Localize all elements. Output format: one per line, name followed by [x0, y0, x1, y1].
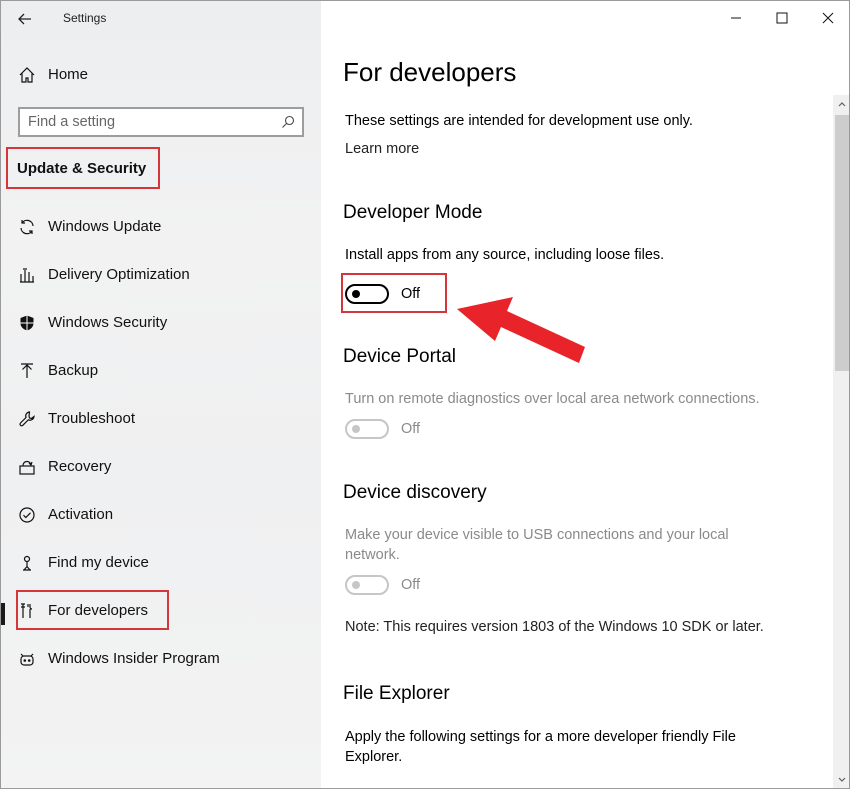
sidebar-item-label: Windows Update [48, 218, 162, 235]
back-arrow-icon [18, 13, 31, 25]
device-discovery-toggle-row: Off [345, 573, 420, 597]
backup-icon [17, 361, 37, 381]
device-discovery-description-line1: Make your device visible to USB connecti… [345, 527, 729, 543]
search-icon[interactable] [280, 114, 296, 130]
file-explorer-description-line2: Explorer. [345, 749, 403, 765]
maximize-icon [776, 12, 788, 24]
search-box[interactable] [18, 107, 304, 137]
search-input[interactable] [28, 113, 268, 131]
section-heading: Update & Security [17, 159, 147, 177]
sidebar-item-label: For developers [48, 602, 149, 619]
device-discovery-heading: Device discovery [343, 482, 487, 503]
device-portal-toggle-state: Off [401, 421, 421, 437]
shield-icon [17, 313, 37, 333]
device-portal-toggle-row: Off [345, 417, 420, 441]
sidebar-item-label: Activation [48, 506, 114, 523]
scrollbar-thumb[interactable] [835, 115, 849, 371]
sidebar-item-label: Backup [48, 362, 99, 379]
sidebar-item-label: Windows Insider Program [48, 650, 220, 667]
intro-text: These settings are intended for developm… [345, 113, 693, 129]
recovery-icon [17, 457, 37, 477]
file-explorer-heading: File Explorer [343, 683, 450, 704]
minimize-button[interactable] [713, 1, 759, 35]
sidebar-item-find-my-device[interactable]: Find my device [1, 547, 321, 595]
sidebar-item-windows-security[interactable]: Windows Security [1, 307, 321, 355]
red-arrow-annotation [457, 297, 585, 363]
sidebar-item-label: Recovery [48, 458, 112, 475]
device-portal-description: Turn on remote diagnostics over local ar… [345, 391, 760, 407]
sidebar-item-label: Troubleshoot [48, 410, 135, 427]
sidebar-item-recovery[interactable]: Recovery [1, 451, 321, 499]
page-title: For developers [343, 57, 517, 87]
sidebar: Settings Home Update & Security Windows … [1, 1, 321, 788]
window-controls [713, 1, 849, 35]
section-heading-box: Update & Security [6, 147, 160, 189]
sidebar-item-for-developers[interactable]: For developers [1, 590, 321, 643]
scroll-up-button[interactable] [833, 95, 849, 113]
chevron-down-icon [838, 777, 846, 782]
nav-home-label: Home [48, 66, 89, 83]
insider-icon [17, 649, 37, 669]
sync-icon [17, 217, 37, 237]
developer-tools-icon [17, 601, 37, 621]
sidebar-item-backup[interactable]: Backup [1, 355, 321, 403]
wrench-icon [17, 409, 37, 429]
developer-mode-heading: Developer Mode [343, 202, 483, 223]
highlight-box-developer-mode [341, 273, 447, 313]
home-icon [17, 65, 37, 85]
sidebar-item-activation[interactable]: Activation [1, 499, 321, 547]
sidebar-item-troubleshoot[interactable]: Troubleshoot [1, 403, 321, 451]
toggle-knob [352, 425, 360, 433]
learn-more-link[interactable]: Learn more [345, 141, 419, 157]
toggle-knob [352, 581, 360, 589]
check-circle-icon [17, 505, 37, 525]
app-title: Settings [63, 11, 107, 25]
sidebar-item-label: Windows Security [48, 314, 168, 331]
minimize-icon [731, 17, 741, 19]
close-button[interactable] [805, 1, 849, 35]
device-discovery-note: Note: This requires version 1803 of the … [345, 619, 764, 635]
developer-mode-description: Install apps from any source, including … [345, 247, 665, 263]
sidebar-item-delivery-optimization[interactable]: Delivery Optimization [1, 259, 321, 307]
maximize-button[interactable] [759, 1, 805, 35]
device-discovery-description-line2: network. [345, 547, 400, 563]
close-icon [822, 12, 834, 24]
title-bar: Settings [1, 1, 321, 37]
sidebar-item-label: Find my device [48, 554, 149, 571]
device-discovery-toggle[interactable] [345, 575, 389, 595]
file-explorer-description-line1: Apply the following settings for a more … [345, 729, 736, 745]
device-portal-toggle[interactable] [345, 419, 389, 439]
sidebar-item-label: Delivery Optimization [48, 266, 190, 283]
sidebar-item-windows-update[interactable]: Windows Update [1, 211, 321, 259]
nav-home[interactable]: Home [1, 59, 321, 91]
chevron-up-icon [838, 102, 846, 107]
nav-list: Windows Update Delivery Optimization Win… [1, 211, 321, 691]
back-button[interactable] [13, 7, 37, 31]
settings-window: Settings Home Update & Security Windows … [0, 0, 850, 789]
device-portal-heading: Device Portal [343, 346, 456, 367]
sidebar-item-windows-insider-program[interactable]: Windows Insider Program [1, 643, 321, 691]
scroll-down-button[interactable] [833, 771, 849, 788]
content-pane: For developers These settings are intend… [321, 1, 849, 788]
device-discovery-toggle-state: Off [401, 577, 421, 593]
person-pin-icon [17, 553, 37, 573]
delivery-icon [17, 265, 37, 285]
